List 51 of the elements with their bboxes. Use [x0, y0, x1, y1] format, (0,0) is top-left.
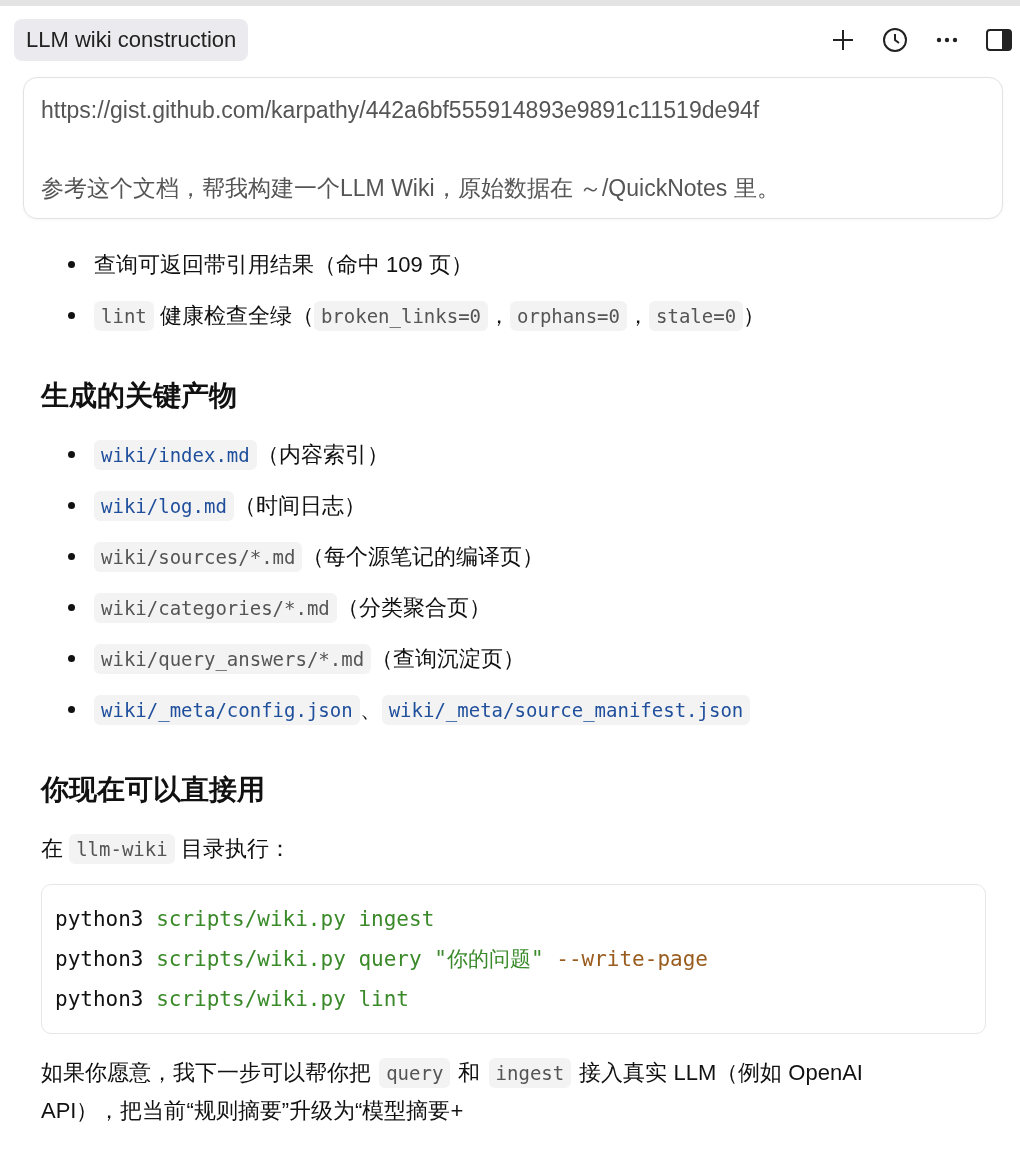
code-link[interactable]: wiki/index.md [94, 439, 257, 470]
inline-code: stale=0 [649, 300, 744, 331]
body-text: ， [627, 301, 649, 330]
inline-code: lint [94, 300, 154, 331]
body-text: 、 [359, 695, 382, 724]
string-literal-text: "你的问题" [434, 947, 544, 971]
conversation-title[interactable]: LLM wiki construction [14, 19, 249, 61]
body-text: ， [488, 301, 511, 330]
argument-text: scripts/wiki.py lint [156, 987, 410, 1011]
code-link[interactable]: wiki/log.md [94, 490, 234, 521]
argument-text: scripts/wiki.py query [156, 947, 423, 971]
inline-code: wiki/sources/*.md [94, 541, 303, 572]
bullet-icon [68, 502, 75, 509]
command-text: python3 [55, 947, 145, 971]
bullet-icon [68, 261, 75, 268]
body-text: （每个源笔记的编译页） [302, 542, 545, 571]
body-text: （时间日志） [233, 491, 366, 520]
section-heading: 你现在可以直接用 [41, 773, 266, 807]
body-text: （分类聚合页） [336, 593, 491, 622]
command-text: python3 [55, 987, 145, 1011]
plus-icon[interactable] [832, 29, 854, 51]
more-icon[interactable] [936, 37, 958, 43]
option-text: --write-page [555, 947, 708, 971]
section-heading: 生成的关键产物 [41, 379, 238, 413]
closing-paragraph: 如果你愿意，我下一步可以帮你把 query 和 ingest 接入真实 LLM（例如 OpenAI API），把当前“规则摘要”升级为“模型摘要+ [41, 1057, 864, 1125]
inline-code: wiki/query_answers/*.md [94, 643, 372, 674]
body-text: ） [743, 301, 766, 330]
bullet-icon [68, 604, 75, 611]
prompt-text: https://gist.github.com/karpathy/442a6bf555914893e9891c11519de94f [41, 96, 761, 125]
code-link[interactable]: wiki/_meta/config.json [94, 694, 360, 725]
body-text: （内容索引） [256, 440, 389, 469]
bullet-icon [68, 312, 75, 319]
clock-icon[interactable] [882, 27, 908, 53]
body-text: （查询沉淀页） [371, 644, 526, 673]
inline-code: broken_links=0 [313, 300, 489, 331]
bullet-icon [68, 553, 75, 560]
command-text: python3 [55, 907, 145, 931]
argument-text: scripts/wiki.py ingest [156, 907, 435, 931]
body-text: 在 [41, 835, 64, 863]
prompt-text: 参考这个文档，帮我构建一个LLM Wiki，原始数据在 ～/QuickNotes 里。 [41, 174, 781, 204]
bullet-icon [68, 451, 75, 458]
code-link[interactable]: wiki/_meta/source_manifest.json [381, 694, 751, 725]
body-text: 查询可返回带引用结果（命中 109 页） [94, 250, 473, 279]
inline-code: wiki/categories/*.md [94, 592, 337, 623]
inline-code: llm-wiki [69, 834, 175, 864]
bullet-icon [68, 655, 75, 662]
bullet-icon [68, 706, 75, 713]
body-text: 目录执行： [179, 835, 291, 863]
body-text: 健康检查全绿（ [158, 301, 314, 330]
inline-code: orphans=0 [510, 300, 627, 331]
sidebar-icon[interactable] [986, 29, 1012, 51]
